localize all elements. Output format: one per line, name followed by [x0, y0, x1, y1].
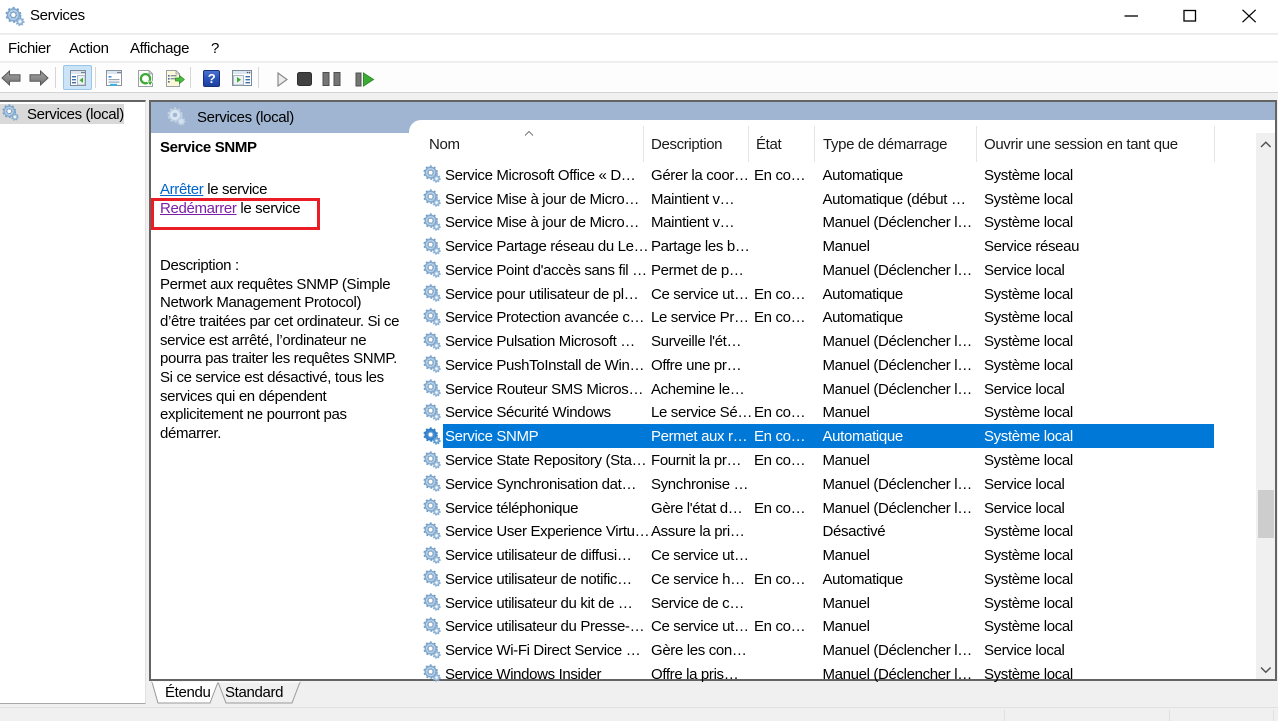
- svg-text:?: ?: [208, 71, 216, 86]
